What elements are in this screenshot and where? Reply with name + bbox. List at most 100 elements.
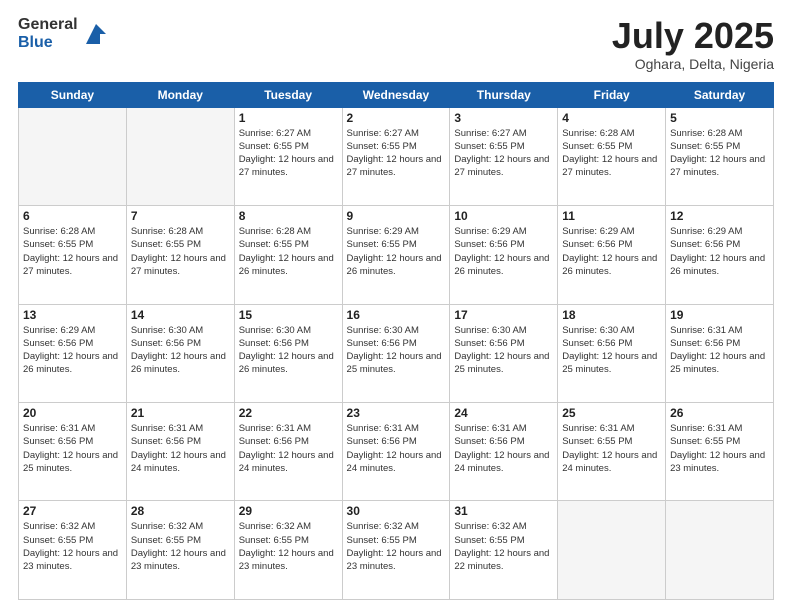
day-number: 8 [239,209,338,223]
day-number: 23 [347,406,446,420]
calendar-cell: 31 Sunrise: 6:32 AM Sunset: 6:55 PM Dayli… [450,501,558,600]
day-info: Sunrise: 6:27 AM Sunset: 6:55 PM Dayligh… [347,127,446,180]
day-info: Sunrise: 6:31 AM Sunset: 6:55 PM Dayligh… [562,422,661,475]
day-number: 20 [23,406,122,420]
calendar-week-row: 27 Sunrise: 6:32 AM Sunset: 6:55 PM Dayli… [19,501,774,600]
col-header-friday: Friday [558,82,666,107]
day-info: Sunrise: 6:32 AM Sunset: 6:55 PM Dayligh… [23,520,122,573]
calendar-cell: 24Sunrise: 6:31 AM Sunset: 6:56 PM Dayli… [450,403,558,501]
calendar-cell: 4Sunrise: 6:28 AM Sunset: 6:55 PM Daylig… [558,107,666,205]
location: Oghara, Delta, Nigeria [612,56,774,72]
day-info: Sunrise: 6:28 AM Sunset: 6:55 PM Dayligh… [670,127,769,180]
day-number: 13 [23,308,122,322]
col-header-thursday: Thursday [450,82,558,107]
day-info: Sunrise: 6:31 AM Sunset: 6:56 PM Dayligh… [131,422,230,475]
calendar-cell: 18 Sunrise: 6:30 AM Sunset: 6:56 PM Dayli… [558,304,666,402]
day-info: Sunrise: 6:30 AM Sunset: 6:56 PM Dayligh… [562,324,661,377]
calendar-cell: 23 Sunrise: 6:31 AM Sunset: 6:56 PM Dayli… [342,403,450,501]
calendar-cell: 26Sunrise: 6:31 AM Sunset: 6:55 PM Dayli… [666,403,774,501]
day-info: Sunrise: 6:30 AM Sunset: 6:56 PM Dayligh… [131,324,230,377]
day-number: 3 [454,111,553,125]
day-number: 14 [131,308,230,322]
calendar-cell: 30Sunrise: 6:32 AM Sunset: 6:55 PM Dayli… [342,501,450,600]
calendar-cell: 29 Sunrise: 6:32 AM Sunset: 6:55 PM Dayli… [234,501,342,600]
calendar-cell: 28 Sunrise: 6:32 AM Sunset: 6:55 PM Dayli… [126,501,234,600]
day-number: 19 [670,308,769,322]
col-header-monday: Monday [126,82,234,107]
day-number: 28 [131,504,230,518]
day-info: Sunrise: 6:28 AM Sunset: 6:55 PM Dayligh… [239,225,338,278]
day-number: 7 [131,209,230,223]
calendar-cell: 27 Sunrise: 6:32 AM Sunset: 6:55 PM Dayli… [19,501,127,600]
day-info: Sunrise: 6:27 AM Sunset: 6:55 PM Dayligh… [454,127,553,180]
day-info: Sunrise: 6:31 AM Sunset: 6:56 PM Dayligh… [670,324,769,377]
day-number: 5 [670,111,769,125]
logo-general-text: General [18,16,78,34]
day-info: Sunrise: 6:32 AM Sunset: 6:55 PM Dayligh… [454,520,553,573]
title-block: July 2025 Oghara, Delta, Nigeria [612,16,774,72]
calendar-cell: 3 Sunrise: 6:27 AM Sunset: 6:55 PM Daylig… [450,107,558,205]
day-info: Sunrise: 6:29 AM Sunset: 6:56 PM Dayligh… [670,225,769,278]
calendar-header-row: SundayMondayTuesdayWednesdayThursdayFrid… [19,82,774,107]
day-number: 29 [239,504,338,518]
day-info: Sunrise: 6:29 AM Sunset: 6:55 PM Dayligh… [347,225,446,278]
calendar-cell: 19 Sunrise: 6:31 AM Sunset: 6:56 PM Dayli… [666,304,774,402]
calendar-cell: 13 Sunrise: 6:29 AM Sunset: 6:56 PM Dayli… [19,304,127,402]
calendar-cell: 25 Sunrise: 6:31 AM Sunset: 6:55 PM Dayli… [558,403,666,501]
calendar-cell: 6 Sunrise: 6:28 AM Sunset: 6:55 PM Daylig… [19,206,127,304]
day-info: Sunrise: 6:32 AM Sunset: 6:55 PM Dayligh… [239,520,338,573]
day-info: Sunrise: 6:30 AM Sunset: 6:56 PM Dayligh… [347,324,446,377]
calendar-cell: 17Sunrise: 6:30 AM Sunset: 6:56 PM Dayli… [450,304,558,402]
day-info: Sunrise: 6:28 AM Sunset: 6:55 PM Dayligh… [562,127,661,180]
col-header-tuesday: Tuesday [234,82,342,107]
day-number: 31 [454,504,553,518]
calendar-cell [126,107,234,205]
calendar-cell: 11Sunrise: 6:29 AM Sunset: 6:56 PM Dayli… [558,206,666,304]
day-info: Sunrise: 6:28 AM Sunset: 6:55 PM Dayligh… [131,225,230,278]
day-info: Sunrise: 6:29 AM Sunset: 6:56 PM Dayligh… [562,225,661,278]
day-number: 6 [23,209,122,223]
day-number: 26 [670,406,769,420]
calendar-week-row: 20 Sunrise: 6:31 AM Sunset: 6:56 PM Dayli… [19,403,774,501]
month-title: July 2025 [612,16,774,56]
day-number: 15 [239,308,338,322]
calendar-cell: 16 Sunrise: 6:30 AM Sunset: 6:56 PM Dayli… [342,304,450,402]
day-number: 16 [347,308,446,322]
calendar-week-row: 1 Sunrise: 6:27 AM Sunset: 6:55 PM Daylig… [19,107,774,205]
logo: General Blue [18,16,110,51]
day-number: 18 [562,308,661,322]
calendar-week-row: 13 Sunrise: 6:29 AM Sunset: 6:56 PM Dayli… [19,304,774,402]
day-number: 9 [347,209,446,223]
day-info: Sunrise: 6:30 AM Sunset: 6:56 PM Dayligh… [454,324,553,377]
day-number: 27 [23,504,122,518]
day-info: Sunrise: 6:32 AM Sunset: 6:55 PM Dayligh… [131,520,230,573]
day-number: 22 [239,406,338,420]
calendar-cell: 12 Sunrise: 6:29 AM Sunset: 6:56 PM Dayli… [666,206,774,304]
calendar-cell: 7 Sunrise: 6:28 AM Sunset: 6:55 PM Daylig… [126,206,234,304]
day-info: Sunrise: 6:27 AM Sunset: 6:55 PM Dayligh… [239,127,338,180]
page: General Blue July 2025 Oghara, Delta, Ni… [0,0,792,612]
calendar-table: SundayMondayTuesdayWednesdayThursdayFrid… [18,82,774,600]
col-header-sunday: Sunday [19,82,127,107]
calendar-cell: 1 Sunrise: 6:27 AM Sunset: 6:55 PM Daylig… [234,107,342,205]
calendar-cell: 8 Sunrise: 6:28 AM Sunset: 6:55 PM Daylig… [234,206,342,304]
calendar-cell: 9 Sunrise: 6:29 AM Sunset: 6:55 PM Daylig… [342,206,450,304]
logo-icon [82,20,110,48]
day-info: Sunrise: 6:30 AM Sunset: 6:56 PM Dayligh… [239,324,338,377]
calendar-cell: 2Sunrise: 6:27 AM Sunset: 6:55 PM Daylig… [342,107,450,205]
day-number: 1 [239,111,338,125]
calendar-cell: 21Sunrise: 6:31 AM Sunset: 6:56 PM Dayli… [126,403,234,501]
calendar-cell: 10Sunrise: 6:29 AM Sunset: 6:56 PM Dayli… [450,206,558,304]
day-number: 25 [562,406,661,420]
day-info: Sunrise: 6:29 AM Sunset: 6:56 PM Dayligh… [454,225,553,278]
day-info: Sunrise: 6:29 AM Sunset: 6:56 PM Dayligh… [23,324,122,377]
calendar-cell: 14 Sunrise: 6:30 AM Sunset: 6:56 PM Dayli… [126,304,234,402]
day-number: 12 [670,209,769,223]
day-info: Sunrise: 6:31 AM Sunset: 6:56 PM Dayligh… [347,422,446,475]
day-info: Sunrise: 6:28 AM Sunset: 6:55 PM Dayligh… [23,225,122,278]
day-info: Sunrise: 6:31 AM Sunset: 6:56 PM Dayligh… [239,422,338,475]
calendar-cell [558,501,666,600]
day-number: 24 [454,406,553,420]
calendar-cell: 22 Sunrise: 6:31 AM Sunset: 6:56 PM Dayli… [234,403,342,501]
col-header-saturday: Saturday [666,82,774,107]
